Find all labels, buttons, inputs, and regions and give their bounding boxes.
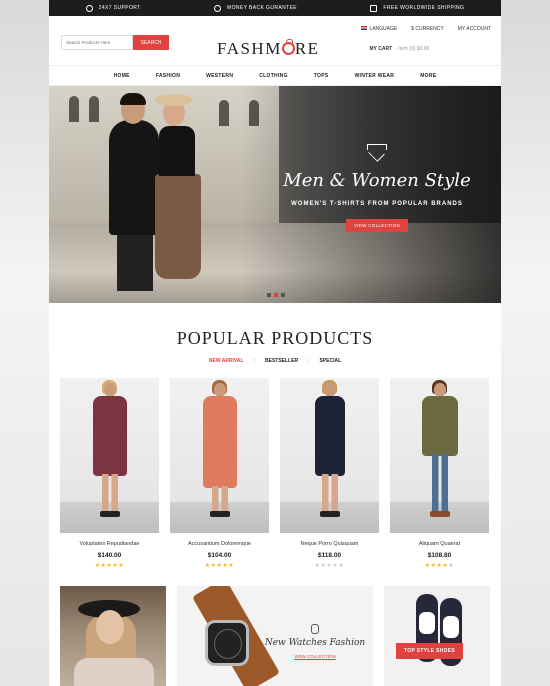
support-item: 24X7 SUPPORT [85, 4, 141, 12]
background-right [500, 0, 550, 686]
nav-western[interactable]: WESTERN [206, 73, 233, 79]
header-right: LANGUAGE $ CURRENCY MY ACCOUNT MY CART - … [361, 26, 491, 52]
background-left [0, 0, 50, 686]
tab-special[interactable]: SPECIAL [319, 358, 341, 364]
nav-winter-wear[interactable]: WINTER WEAR [355, 73, 395, 79]
product-card[interactable]: Neque Porro Quisquam $118.00 ★★★★★ [280, 378, 379, 569]
hero-caption: Men & Women Style WOMEN'S T-SHIRTS FROM … [263, 144, 491, 232]
watches-view-collection-link[interactable]: VIEW COLLECTION [261, 654, 369, 659]
page: 24X7 SUPPORT MONEY BACK GURANTEE FREE WO… [49, 0, 501, 686]
diamond-icon [366, 144, 388, 162]
product-rating: ★★★★★ [94, 563, 125, 569]
nav-more[interactable]: MORE [420, 73, 436, 79]
watches-caption: New Watches Fashion VIEW COLLECTION [261, 624, 369, 659]
slider-dot-active[interactable] [274, 293, 278, 297]
hat [155, 94, 193, 106]
hero-title: Men & Women Style [283, 170, 471, 191]
search-input[interactable] [61, 35, 133, 50]
money-icon [214, 4, 222, 12]
nav-clothing[interactable]: CLOTHING [259, 73, 288, 79]
product-name[interactable]: Aliquam Quaerat [390, 541, 489, 547]
tab-new-arrival[interactable]: NEW ARRIVAL [209, 358, 244, 364]
promo-banner-shoes[interactable]: TOP STYLE SHOES [384, 586, 490, 686]
shipping-text: FREE WORLDWIDE SHIPPING [383, 5, 465, 11]
flag-icon [361, 26, 368, 30]
promo-banner-woman[interactable] [60, 586, 166, 686]
cart[interactable]: MY CART - Item (0) $0.00 [369, 46, 491, 52]
guarantee-text: MONEY BACK GURANTEE [227, 5, 298, 11]
tab-separator: / [308, 358, 310, 364]
nav-tops[interactable]: TOPS [314, 73, 329, 79]
slider-dot[interactable] [281, 293, 285, 297]
product-card[interactable]: Accusantium Doloremque $104.00 ★★★★★ [170, 378, 269, 569]
main-nav: HOME FASHION WESTERN CLOTHING TOPS WINTE… [49, 66, 501, 86]
product-rating: ★★★★★ [424, 563, 455, 569]
watch-icon [311, 624, 319, 634]
watches-title: New Watches Fashion [264, 638, 366, 648]
view-collection-button[interactable]: VIEW COLLECTION [345, 219, 408, 232]
language-label: LANGUAGE [369, 26, 398, 32]
product-card[interactable]: Voluptates Repudiandae $140.00 ★★★★★ [60, 378, 159, 569]
promo-banners: New Watches Fashion VIEW COLLECTION TOP … [60, 586, 501, 686]
product-image[interactable] [170, 378, 269, 533]
my-account-link[interactable]: MY ACCOUNT [458, 26, 491, 32]
cart-label: MY CART [369, 46, 393, 52]
support-text: 24X7 SUPPORT [98, 5, 141, 11]
product-tabs: NEW ARRIVAL / BESTSELLER / SPECIAL [49, 358, 501, 364]
tab-separator: / [253, 358, 255, 364]
product-rating: ★★★★★ [314, 563, 345, 569]
language-selector[interactable]: LANGUAGE [361, 26, 397, 32]
logo-bag-icon [281, 39, 295, 55]
product-price: $104.00 [207, 552, 232, 559]
promo-banner-watches[interactable]: New Watches Fashion VIEW COLLECTION [177, 586, 373, 686]
product-card[interactable]: Aliquam Quaerat $108.80 ★★★★★ [390, 378, 489, 569]
product-grid: Voluptates Repudiandae $140.00 ★★★★★ Acc… [60, 378, 501, 569]
search-form: SEARCH [61, 35, 169, 50]
hero-man-figure [109, 120, 159, 235]
product-price: $118.00 [317, 552, 342, 559]
nav-home[interactable]: HOME [114, 73, 130, 79]
slider-dots [267, 293, 285, 297]
watch-image [205, 620, 249, 666]
shipping-item: FREE WORLDWIDE SHIPPING [370, 4, 465, 12]
tab-bestseller[interactable]: BESTSELLER [265, 358, 298, 364]
section-title: POPULAR PRODUCTS [176, 328, 374, 348]
slider-dot[interactable] [267, 293, 271, 297]
product-price: $108.80 [427, 552, 452, 559]
product-name[interactable]: Neque Porro Quisquam [280, 541, 379, 547]
hero-slider: Men & Women Style WOMEN'S T-SHIRTS FROM … [49, 86, 501, 303]
product-name[interactable]: Accusantium Doloremque [170, 541, 269, 547]
hero-subtitle: WOMEN'S T-SHIRTS FROM POPULAR BRANDS [291, 201, 463, 207]
logo[interactable]: FASHM RE [217, 39, 320, 59]
top-bar: 24X7 SUPPORT MONEY BACK GURANTEE FREE WO… [49, 0, 501, 16]
nav-fashion[interactable]: FASHION [156, 73, 180, 79]
guarantee-item: MONEY BACK GURANTEE [214, 4, 298, 12]
product-rating: ★★★★★ [204, 563, 235, 569]
currency-selector[interactable]: $ CURRENCY [411, 26, 444, 32]
headset-icon [85, 4, 93, 12]
product-image[interactable] [60, 378, 159, 533]
product-price: $140.00 [97, 552, 122, 559]
top-style-shoes-button[interactable]: TOP STYLE SHOES [396, 643, 463, 659]
product-image[interactable] [280, 378, 379, 533]
hero-woman-figure [155, 174, 201, 279]
cart-summary: - Item (0) $0.00 [395, 46, 430, 52]
product-name[interactable]: Voluptates Repudiandae [60, 541, 159, 547]
product-image[interactable] [390, 378, 489, 533]
truck-icon [370, 4, 378, 12]
header: SEARCH FASHMRE LANGUAGE $ CURRENCY MY AC… [49, 16, 501, 66]
search-button[interactable]: SEARCH [133, 35, 169, 50]
